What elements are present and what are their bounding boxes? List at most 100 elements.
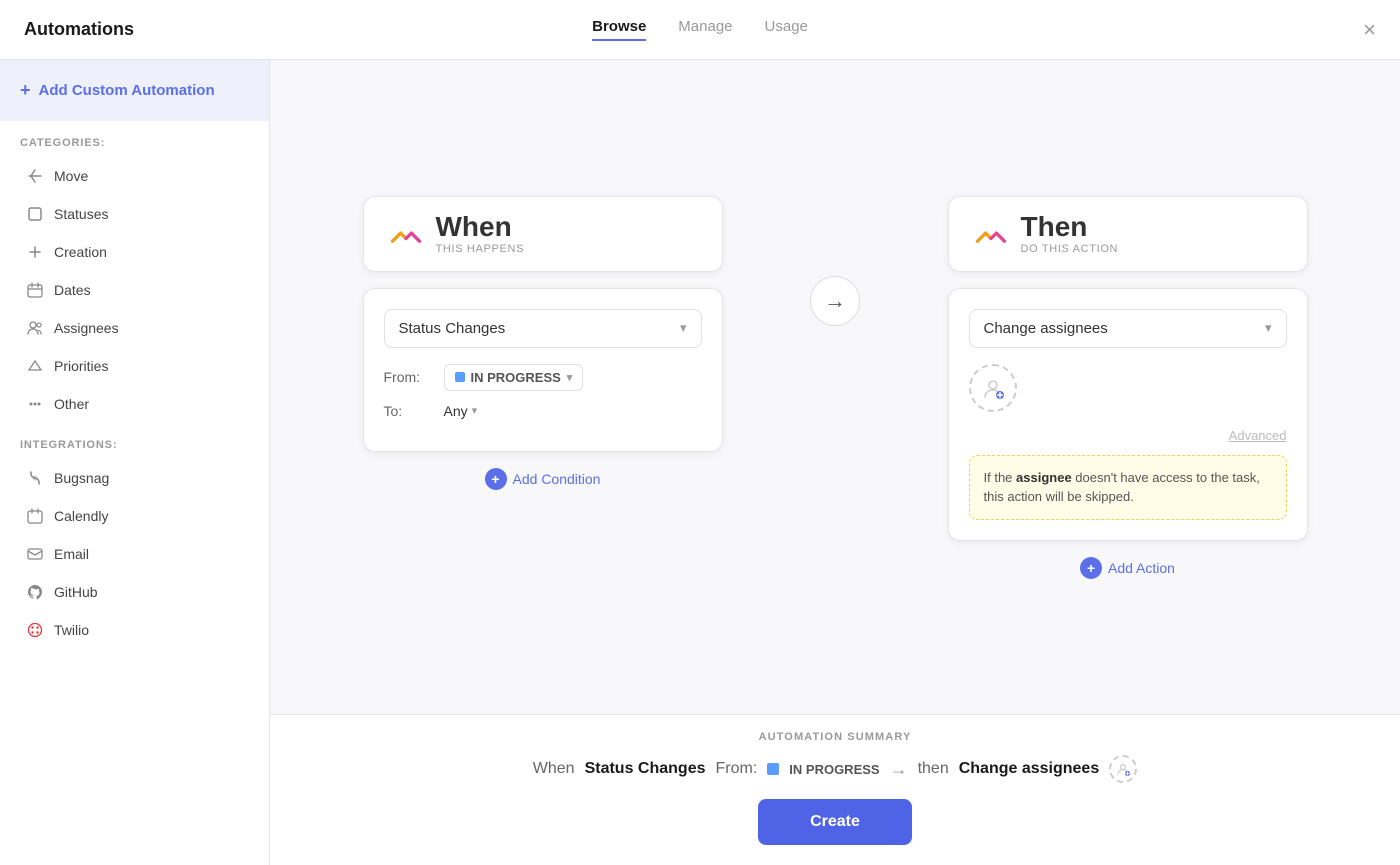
when-card: Status Changes ▾ From: IN PROGRESS ▾ <box>363 288 723 452</box>
from-status-badge[interactable]: IN PROGRESS ▾ <box>444 364 584 391</box>
when-title: When <box>436 213 525 241</box>
sidebar-item-dates[interactable]: Dates <box>6 271 263 309</box>
sidebar-item-label-creation: Creation <box>54 244 107 260</box>
when-header: When THIS HAPPENS <box>363 196 723 272</box>
summary-status-changes: Status Changes <box>585 760 706 778</box>
github-icon <box>26 583 44 601</box>
action-chevron-icon: ▾ <box>1265 320 1272 336</box>
add-action-plus-icon: + <box>1080 557 1102 579</box>
calendly-icon <box>26 507 44 525</box>
sidebar-item-label-calendly: Calendly <box>54 508 108 524</box>
sidebar-item-assignees[interactable]: Assignees <box>6 309 263 347</box>
summary-row: When Status Changes From: IN PROGRESS → … <box>310 755 1360 799</box>
priorities-icon <box>26 357 44 375</box>
then-subtitle: DO THIS ACTION <box>1021 243 1119 255</box>
summary-change-assignees: Change assignees <box>959 760 1100 778</box>
main-layout: + Add Custom Automation CATEGORIES: Move… <box>0 60 1400 865</box>
to-any-text: Any <box>444 403 468 419</box>
add-condition-label: Add Condition <box>513 471 601 487</box>
from-status-dot <box>455 372 465 382</box>
add-condition-plus-icon: + <box>485 468 507 490</box>
summary-arrow-icon: → <box>890 759 908 780</box>
summary-status-value: IN PROGRESS <box>789 762 879 777</box>
sidebar-item-github[interactable]: GitHub <box>6 573 263 611</box>
close-button[interactable]: × <box>1363 17 1376 43</box>
summary-from-text: From: <box>716 760 758 778</box>
tab-browse[interactable]: Browse <box>592 18 646 41</box>
create-button-row: Create <box>310 799 1360 865</box>
to-any-button[interactable]: Any ▾ <box>444 403 478 419</box>
add-custom-automation-button[interactable]: + Add Custom Automation <box>0 60 269 121</box>
automation-blocks: When THIS HAPPENS Status Changes ▾ From: <box>335 196 1335 579</box>
action-label: Change assignees <box>984 320 1108 337</box>
summary-label: AUTOMATION SUMMARY <box>310 715 1360 743</box>
add-action-button[interactable]: + Add Action <box>1080 557 1175 579</box>
tab-usage[interactable]: Usage <box>765 18 808 41</box>
summary-then-text: then <box>918 760 949 778</box>
sidebar-item-label-email: Email <box>54 546 89 562</box>
trigger-select[interactable]: Status Changes ▾ <box>384 309 702 348</box>
trigger-chevron-icon: ▾ <box>680 320 687 336</box>
to-chevron-icon: ▾ <box>472 404 478 417</box>
summary-when-text: When <box>533 760 575 778</box>
from-label: From: <box>384 369 432 385</box>
action-select[interactable]: Change assignees ▾ <box>969 309 1287 348</box>
move-icon <box>26 167 44 185</box>
then-title: Then <box>1021 213 1119 241</box>
sidebar-item-label-dates: Dates <box>54 282 91 298</box>
add-action-label: Add Action <box>1108 560 1175 576</box>
sidebar-item-twilio[interactable]: Twilio <box>6 611 263 649</box>
to-label: To: <box>384 403 432 419</box>
sidebar-item-priorities[interactable]: Priorities <box>6 347 263 385</box>
sidebar-item-label-move: Move <box>54 168 88 184</box>
tab-manage[interactable]: Manage <box>678 18 732 41</box>
sidebar-item-label-statuses: Statuses <box>54 206 108 222</box>
arrow-connector: → <box>810 276 860 326</box>
sidebar-item-label-github: GitHub <box>54 584 98 600</box>
summary-assignee-circle <box>1109 755 1137 783</box>
content-area: When THIS HAPPENS Status Changes ▾ From: <box>270 60 1400 865</box>
from-chevron-icon: ▾ <box>567 371 573 384</box>
then-header: Then DO THIS ACTION <box>948 196 1308 272</box>
info-box: If the assignee doesn't have access to t… <box>969 455 1287 520</box>
sidebar-item-label-bugsnag: Bugsnag <box>54 470 109 486</box>
app-title: Automations <box>24 19 134 40</box>
dates-icon <box>26 281 44 299</box>
sidebar-item-label-assignees: Assignees <box>54 320 119 336</box>
when-title-group: When THIS HAPPENS <box>436 213 525 255</box>
sidebar-item-creation[interactable]: Creation <box>6 233 263 271</box>
from-row: From: IN PROGRESS ▾ <box>384 364 702 391</box>
plus-icon: + <box>20 80 31 101</box>
sidebar-item-label-twilio: Twilio <box>54 622 89 638</box>
from-status-text: IN PROGRESS <box>471 370 561 385</box>
twilio-icon <box>26 621 44 639</box>
to-row: To: Any ▾ <box>384 403 702 419</box>
create-button[interactable]: Create <box>758 799 912 845</box>
then-column: Then DO THIS ACTION Change assignees ▾ <box>920 196 1335 579</box>
info-bold-text: assignee <box>1016 470 1072 485</box>
bugsnag-icon <box>26 469 44 487</box>
sidebar: + Add Custom Automation CATEGORIES: Move… <box>0 60 270 865</box>
summary-status-dot <box>767 763 779 775</box>
sidebar-item-statuses[interactable]: Statuses <box>6 195 263 233</box>
categories-section-label: CATEGORIES: <box>0 121 269 157</box>
sidebar-item-calendly[interactable]: Calendly <box>6 497 263 535</box>
sidebar-item-email[interactable]: Email <box>6 535 263 573</box>
trigger-label: Status Changes <box>399 320 506 337</box>
sidebar-item-other[interactable]: Other <box>6 385 263 423</box>
when-column: When THIS HAPPENS Status Changes ▾ From: <box>335 196 750 490</box>
assignee-placeholder <box>969 364 1017 412</box>
add-custom-label: Add Custom Automation <box>39 82 215 99</box>
other-icon <box>26 395 44 413</box>
advanced-link[interactable]: Advanced <box>969 428 1287 443</box>
clickup-logo-then <box>973 216 1009 252</box>
sidebar-item-move[interactable]: Move <box>6 157 263 195</box>
then-card: Change assignees ▾ <box>948 288 1308 541</box>
nav-tabs: Browse Manage Usage <box>592 18 808 41</box>
statuses-icon <box>26 205 44 223</box>
sidebar-item-bugsnag[interactable]: Bugsnag <box>6 459 263 497</box>
assignees-icon <box>26 319 44 337</box>
builder-area: When THIS HAPPENS Status Changes ▾ From: <box>270 60 1400 714</box>
add-condition-button[interactable]: + Add Condition <box>485 468 601 490</box>
top-nav: Automations Browse Manage Usage × <box>0 0 1400 60</box>
